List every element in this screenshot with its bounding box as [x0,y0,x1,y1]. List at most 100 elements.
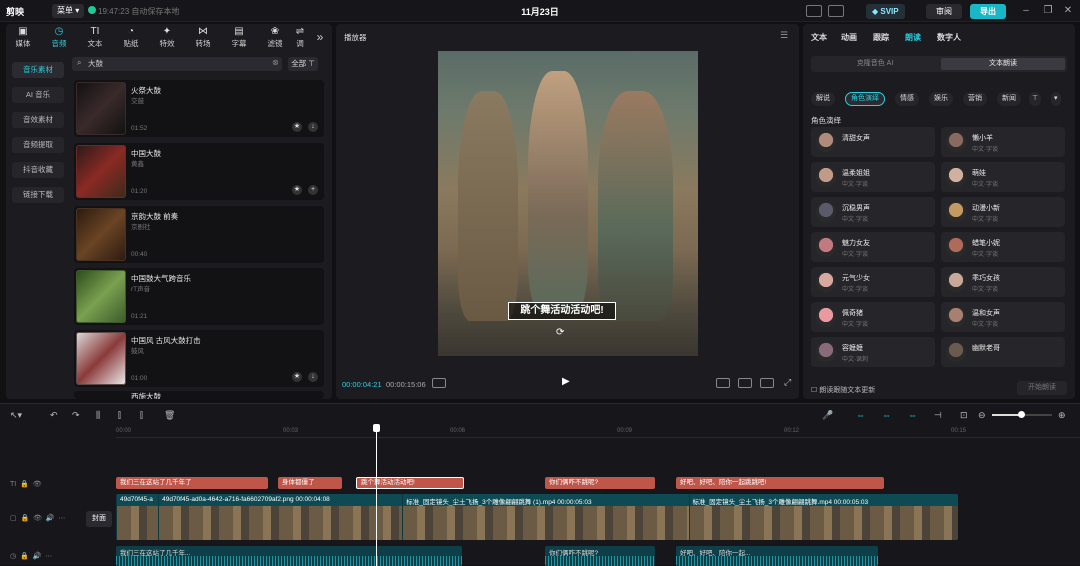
video-track-controls[interactable]: ▢ 🔒 👁 🔊 ⋯ [10,514,66,522]
chip-news[interactable]: 新闻 [997,92,1021,106]
favorite-icon[interactable]: ★ [292,185,302,195]
preview-quality-icon[interactable] [716,378,730,388]
voice-card[interactable]: 懒小羊 中文·字谈 [941,127,1065,157]
tab-read-aloud[interactable]: 朗读 [905,32,921,43]
svip-button[interactable]: ◆ SVIP [866,4,905,19]
tab-effects[interactable]: ✦ 特效 [152,26,182,49]
audio-clip[interactable]: 你们俩咋不跳呢? [545,546,655,566]
zoom-slider[interactable] [992,411,1052,418]
delete-icon[interactable]: 🗑 [164,410,175,421]
close-icon[interactable]: ✕ [1062,5,1074,16]
play-icon[interactable]: ▶ [562,376,570,387]
redo-icon[interactable]: ↷ [72,410,80,421]
maximize-icon[interactable]: ❐ [1042,5,1054,16]
align-icon[interactable]: ⊣ [934,410,942,421]
video-clip[interactable]: 标准_固定镜头_尘土飞扬_3个雕像翩翩跳舞.mp4 00:00:05:03 [688,494,958,540]
zoom-fit-icon[interactable]: ⊡ [960,410,968,421]
tab-adjust[interactable]: ⇌ 调 [292,26,308,49]
timeline-ruler[interactable]: 00:00 00:03 00:06 00:09 00:12 00:15 [116,426,1080,438]
layout-icon[interactable] [828,5,844,17]
crop-icon[interactable] [738,378,752,388]
menu-button[interactable]: 菜单 ▾ [52,4,85,18]
track-item[interactable]: 京韵大鼓 前奏 京剧社 00:40 [74,206,324,263]
ratio-icon[interactable] [760,378,774,388]
tab-filter[interactable]: ❀ 滤镜 [260,26,290,49]
filter-icon[interactable]: ⊤ [1029,92,1042,106]
category-music[interactable]: 音乐素材 [12,62,64,78]
select-tool-icon[interactable]: ↖▾ [10,410,22,421]
split-icon[interactable]: ⫼ [96,410,100,421]
auto-update-checkbox[interactable]: ☐ 朗读跟随文本更新 [811,385,875,395]
voice-card[interactable]: 沉稳男声 中文·字谈 [811,197,935,227]
link-icon[interactable]: ⇔ [882,410,891,420]
voice-card[interactable]: 蜡笔小妮 中文·字谈 [941,232,1065,262]
expand-tabs-icon[interactable]: » [310,30,330,44]
subtitle-clip[interactable]: 好吧、好吧、陪你一起跳跳吧! [676,477,884,489]
category-link[interactable]: 链接下载 [12,187,64,203]
snap-icon[interactable]: ⇔ [856,410,865,420]
subtitle-clip-selected[interactable]: 跳个舞活动活动吧! [356,477,464,489]
voice-card[interactable]: 幽默老哥 [941,337,1065,367]
subtitle-overlay[interactable]: 跳个舞活动活动吧! [508,302,616,320]
zoom-in-icon[interactable]: ⊕ [1058,410,1066,421]
timeline-view-icon[interactable] [432,378,446,388]
subtitle-clip[interactable]: 你们俩咋不跳呢? [545,477,655,489]
text-read-tab[interactable]: 文本朗读 [941,58,1065,70]
video-clip[interactable]: 49d70f45-ad0a-4642-a716-fa6602709af2.png… [158,494,403,540]
cover-button[interactable]: 封面 [86,511,112,527]
tab-transition[interactable]: ⋈ 转场 [188,26,218,49]
tab-text[interactable]: 文本 [811,32,827,43]
voice-card[interactable]: 动漫小新 中文·字谈 [941,197,1065,227]
player-menu-icon[interactable]: ☰ [780,30,788,41]
fullscreen-icon[interactable]: ⤢ [784,377,791,388]
audio-track-controls[interactable]: ◷ 🔒 🔊 ⋯ [10,552,52,560]
tab-media[interactable]: ▣ 媒体 [8,26,38,49]
category-sfx[interactable]: 音效素材 [12,112,64,128]
favorite-icon[interactable]: ★ [292,122,302,132]
category-douyin[interactable]: 抖音收藏 [12,162,64,178]
video-track[interactable]: 49d70f45-a 49d70f45-ad0a-4642-a716-fa6602… [116,494,958,540]
chip-emotion[interactable]: 情感 [895,92,919,106]
category-ai-music[interactable]: AI 音乐 [12,87,64,103]
export-button[interactable]: 导出 [970,4,1006,19]
chip-entertainment[interactable]: 娱乐 [929,92,953,106]
audio-clip[interactable]: 我们三在这站了几千年... [116,546,462,566]
track-item[interactable]: 中国大鼓 黄鑫 01:20 ★ + [74,143,324,200]
subtitle-clip[interactable]: 我们三在这站了几千年了 [116,477,268,489]
preview-axis-icon[interactable]: ⇔ [908,410,917,420]
tab-text[interactable]: TI 文本 [80,26,110,49]
trim-right-icon[interactable]: ⫿ [140,410,143,421]
trim-left-icon[interactable]: ⫿ [118,410,121,421]
tab-digital-human[interactable]: 数字人 [937,32,961,43]
add-icon[interactable]: + [308,185,318,195]
download-icon[interactable]: ↓ [308,372,318,382]
voice-card[interactable]: 魅力女友 中文·字谈 [811,232,935,262]
track-item[interactable]: 中国风 古风大鼓打击 鼓风 01:00 ★ ↓ [74,330,324,387]
voice-card[interactable]: 温和女声 中文·字谈 [941,302,1065,332]
chip-narration[interactable]: 解说 [811,92,835,106]
chip-marketing[interactable]: 营销 [963,92,987,106]
audio-clip[interactable]: 好吧、好吧、陪你一起... [676,546,878,566]
voice-card[interactable]: 容嬷嬷 中文·讽刺 [811,337,935,367]
minimize-icon[interactable]: – [1020,5,1032,16]
voice-card[interactable]: 元气少女 中文·字谈 [811,267,935,297]
clone-voice-tab[interactable]: 克隆音色 AI [813,58,937,70]
review-button[interactable]: 审阅 [926,4,962,19]
playhead[interactable] [376,424,377,566]
tab-animation[interactable]: 动画 [841,32,857,43]
subtitle-clip[interactable]: 身体都僵了 [278,477,342,489]
filter-all-button[interactable]: 全部 ⊤ [288,57,318,71]
start-read-button[interactable]: 开始朗读 [1017,381,1067,395]
video-clip[interactable]: 49d70f45-a [116,494,159,540]
voice-card[interactable]: 佩奇猪 中文·字谈 [811,302,935,332]
undo-icon[interactable]: ↶ [50,410,58,421]
tab-sticker[interactable]: ◔ 贴纸 [116,26,146,49]
more-chips-icon[interactable]: ▾ [1051,92,1061,106]
search-input[interactable]: 大鼓 [72,57,282,71]
track-item[interactable]: 火祭大鼓 交鼓 01:52 ★ ↓ [74,80,324,137]
voice-card[interactable]: 萌娃 中文·字谈 [941,162,1065,192]
tab-caption[interactable]: ▤ 字幕 [224,26,254,49]
voice-card[interactable]: 清甜女声 [811,127,935,157]
voice-card[interactable]: 温柔姐姐 中文·字谈 [811,162,935,192]
shortcut-icon[interactable] [806,5,822,17]
